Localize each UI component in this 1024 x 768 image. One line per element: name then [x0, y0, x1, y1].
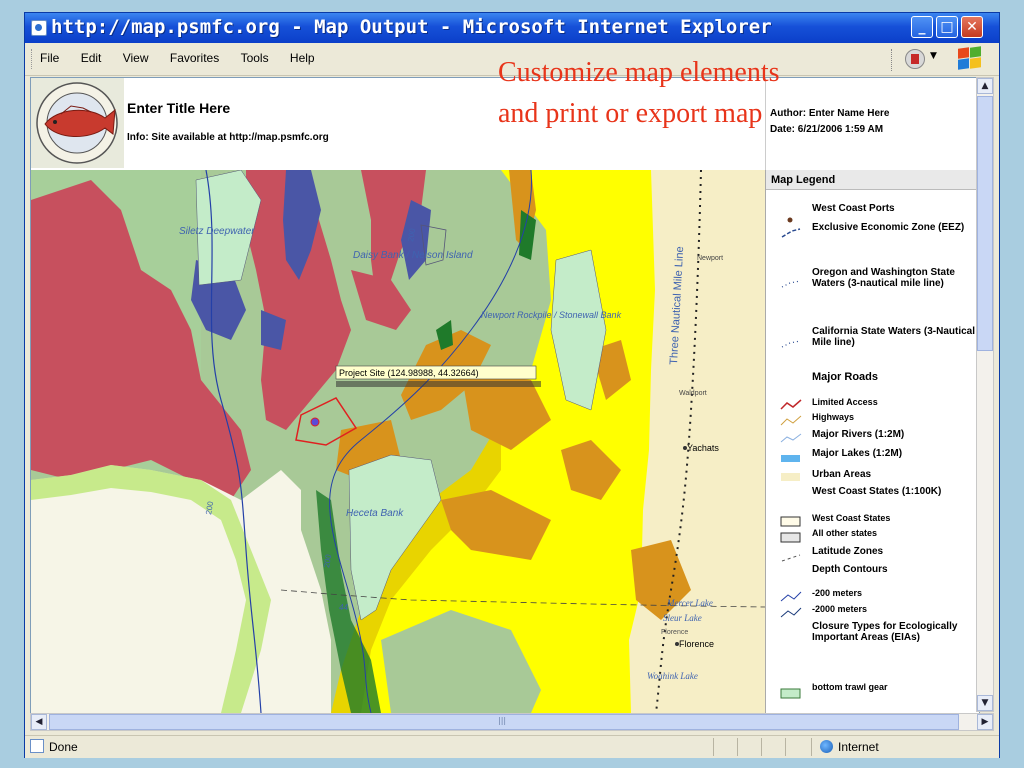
toolbar-separator: [891, 49, 894, 71]
legend-item-eez: Exclusive Economic Zone (EEZ): [812, 222, 965, 233]
label-newport: Newport: [697, 255, 723, 262]
page-content: Enter Title Here Info: Site available at…: [30, 77, 980, 714]
state-waters-or-icon: [780, 274, 802, 293]
menu-file[interactable]: File: [37, 51, 62, 65]
menu-favorites[interactable]: Favorites: [167, 51, 222, 65]
page-done-icon: [30, 739, 44, 753]
vertical-scroll-thumb[interactable]: [977, 96, 993, 351]
urban-area-icon: [780, 468, 802, 487]
status-bar: Done Internet: [25, 735, 999, 758]
label-yachats: Yachats: [687, 443, 719, 453]
label-florence: Florence: [679, 639, 714, 649]
map-tooltip: Project Site (124.98988, 44.32664): [339, 368, 479, 378]
river-icon: [780, 429, 802, 448]
annotation-text: Customize map elements and print or expo…: [498, 57, 780, 129]
legend-item-ports: West Coast Ports: [812, 203, 895, 214]
eez-line-icon: [780, 224, 802, 243]
legend-item-rivers: Major Rivers (1:2M): [812, 429, 905, 440]
title-bar[interactable]: http://map.psmfc.org - Map Output - Micr…: [25, 13, 999, 43]
maximize-button[interactable]: □: [936, 16, 958, 38]
minimize-button[interactable]: _: [911, 16, 933, 38]
legend-item-lakes: Major Lakes (1:2M): [812, 448, 903, 459]
zone-text: Internet: [838, 740, 879, 754]
label-mercer-lake: Mercer Lake: [666, 598, 713, 608]
legend-heading-depth: Depth Contours: [812, 564, 888, 575]
status-separator: [785, 738, 786, 756]
bottom-trawl-icon: [780, 685, 802, 704]
page-title: Enter Title Here: [127, 100, 231, 116]
horizontal-scroll-thumb[interactable]: [49, 714, 959, 730]
internet-zone-icon: [820, 740, 833, 753]
legend-item-200m: -200 meters: [812, 588, 863, 598]
legend-item-highways: Highways: [812, 412, 855, 422]
label-woahink: Woahink Lake: [647, 671, 698, 681]
menu-help[interactable]: Help: [287, 51, 318, 65]
horizontal-scrollbar[interactable]: ◀ ▶: [30, 713, 994, 731]
status-separator: [713, 738, 714, 756]
menu-edit[interactable]: Edit: [78, 51, 105, 65]
lake-icon: [780, 448, 802, 467]
tooltip-shadow: [336, 381, 541, 387]
legend-item-2000m: -2000 meters: [812, 604, 868, 614]
chevron-down-icon[interactable]: ▼: [930, 51, 937, 61]
legend-title: Map Legend: [766, 170, 979, 190]
latitude-zone-icon: [780, 548, 802, 567]
label-heceta: Heceta Bank: [346, 508, 404, 519]
psmfc-logo: [31, 78, 124, 168]
windows-logo-icon: [957, 46, 983, 71]
map-legend[interactable]: Map Legend West Coast Ports Exclusive Ec…: [765, 170, 979, 713]
pdf-icon[interactable]: [905, 49, 925, 69]
status-text: Done: [49, 740, 78, 754]
map-view[interactable]: Project Site (124.98988, 44.32664) Silet…: [31, 170, 765, 713]
page-info: Info: Site available at http://map.psmfc…: [127, 132, 329, 143]
label-daisy: Daisy Bank / Nelson Island: [353, 250, 473, 261]
vertical-scrollbar[interactable]: ▲ ▼: [976, 77, 994, 712]
window-title: http://map.psmfc.org - Map Output - Micr…: [51, 16, 772, 38]
label-sleur-lake: Sleur Lake: [663, 613, 702, 623]
label-waldport: Waldport: [679, 390, 707, 397]
status-separator: [811, 738, 812, 756]
scroll-left-icon[interactable]: ◀: [31, 714, 47, 730]
toolbar-grip[interactable]: [31, 49, 34, 69]
contour-2000m-icon: [780, 604, 802, 623]
menu-items: File Edit View Favorites Tools Help: [37, 51, 330, 65]
state-waters-ca-icon: [780, 334, 802, 353]
label-florence-small: Florence: [661, 629, 688, 636]
project-site-marker[interactable]: [310, 417, 320, 427]
status-separator: [737, 738, 738, 756]
legend-heading-closures: Closure Types for Ecologically Important…: [812, 621, 958, 643]
menu-tools[interactable]: Tools: [238, 51, 272, 65]
legend-item-urban: Urban Areas: [812, 469, 872, 480]
land-interior: [31, 488, 246, 713]
legend-heading-roads: Major Roads: [812, 371, 879, 383]
label-newport-rockpile: Newport Rockpile / Stonewall Bank: [481, 310, 622, 320]
legend-item-limited-access: Limited Access: [812, 397, 878, 407]
other-states-icon: [780, 529, 802, 548]
legend-item-other-states: All other states: [812, 528, 878, 538]
menu-view[interactable]: View: [120, 51, 152, 65]
legend-item-latitude-zones: Latitude Zones: [812, 546, 884, 557]
status-separator: [761, 738, 762, 756]
legend-item-or-wa-waters: Oregon and Washington State Waters (3-na…: [812, 267, 955, 289]
legend-item-west-coast-states: West Coast States: [812, 513, 891, 523]
ie-page-icon: [31, 20, 47, 36]
scroll-up-icon[interactable]: ▲: [977, 78, 993, 94]
scroll-down-icon[interactable]: ▼: [977, 695, 993, 711]
scroll-right-icon[interactable]: ▶: [977, 714, 993, 730]
legend-heading-states: West Coast States (1:100K): [812, 486, 942, 497]
close-button[interactable]: ✕: [961, 16, 983, 38]
legend-item-bottom-trawl: bottom trawl gear: [812, 682, 888, 692]
legend-item-ca-waters: California State Waters (3-Nautical Mile…: [812, 326, 976, 348]
label-depth-44: 44: [339, 603, 348, 612]
label-siletz: Siletz Deepwater: [179, 226, 255, 237]
